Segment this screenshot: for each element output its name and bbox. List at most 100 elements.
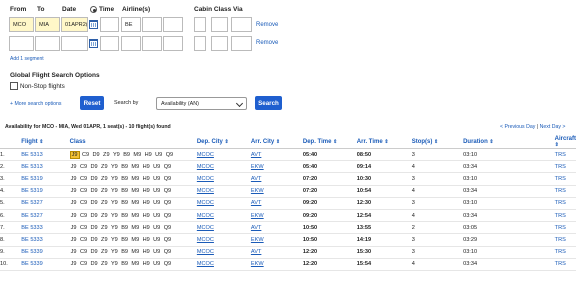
arr-city[interactable]: EKW [250, 160, 303, 174]
arr-city[interactable]: AVT [250, 148, 303, 162]
booking-class[interactable]: C9 [79, 237, 88, 243]
booking-class[interactable]: Z9 [100, 176, 109, 182]
booking-class[interactable]: M9 [130, 237, 140, 243]
booking-class[interactable]: Q9 [163, 249, 172, 255]
via-input-2[interactable] [231, 17, 252, 32]
col-dep-city[interactable]: Dep. City ⇕ [196, 136, 251, 149]
booking-class[interactable]: C9 [79, 164, 88, 170]
booking-class[interactable]: M9 [130, 200, 140, 206]
aircraft[interactable]: TRS [554, 258, 576, 271]
booking-class[interactable]: Y9 [110, 237, 119, 243]
booking-class[interactable]: Q9 [163, 213, 172, 219]
col-stops[interactable]: Stop(s) ⇕ [411, 136, 464, 149]
booking-class[interactable]: C9 [79, 213, 88, 219]
flight-number[interactable]: BE 5327 [21, 197, 70, 210]
booking-class[interactable]: Z9 [100, 261, 109, 267]
via-input-3[interactable] [211, 36, 228, 51]
col-arr-time[interactable]: Arr. Time ⇕ [356, 136, 412, 149]
flight-number[interactable]: BE 5313 [21, 160, 70, 174]
next-day-link[interactable]: Next Day > [540, 124, 566, 130]
booking-class[interactable]: H9 [142, 225, 151, 231]
booking-class[interactable]: M9 [130, 249, 140, 255]
booking-class[interactable]: M9 [130, 213, 140, 219]
booking-class[interactable]: D9 [91, 152, 100, 158]
booking-class[interactable]: D9 [89, 188, 98, 194]
booking-class[interactable]: U9 [152, 213, 161, 219]
booking-class[interactable]: D9 [89, 261, 98, 267]
table-row[interactable]: 8. BE 5333 J9 C9 D9 Z9 Y9 B9 M9 H9 U9 Q9 MCOC EKW 10:5… [0, 233, 576, 247]
arr-city[interactable]: EKW [250, 258, 303, 271]
booking-class[interactable]: Z9 [100, 213, 109, 219]
booking-class[interactable]: C9 [79, 188, 88, 194]
booking-class[interactable]: Y9 [110, 213, 119, 219]
booking-class[interactable]: H9 [144, 152, 153, 158]
booking-class[interactable]: M9 [132, 152, 142, 158]
table-row[interactable]: 2. BE 5313 J9 C9 D9 Z9 Y9 B9 M9 H9 U9 Q9 MCOC EKW 05:4… [0, 160, 576, 174]
booking-class[interactable]: B9 [120, 176, 129, 182]
booking-class[interactable]: Y9 [110, 164, 119, 170]
col-aircraft[interactable]: Aircraft ⇕ [554, 136, 576, 149]
aircraft[interactable]: TRS [554, 233, 576, 247]
booking-class[interactable]: H9 [142, 176, 151, 182]
flight-number[interactable]: BE 5319 [21, 185, 70, 198]
table-row[interactable]: 3. BE 5319 J9 C9 D9 Z9 Y9 B9 M9 H9 U9 Q9 MCOC AVT 07:2… [0, 172, 576, 186]
booking-class[interactable]: B9 [120, 249, 129, 255]
airline-input-3[interactable] [163, 17, 183, 32]
booking-class[interactable]: U9 [152, 249, 161, 255]
booking-class[interactable]: H9 [142, 249, 151, 255]
booking-class[interactable]: Y9 [110, 200, 119, 206]
cabin-class-input-2[interactable] [194, 36, 206, 51]
airline-input-4[interactable] [121, 36, 141, 51]
table-row[interactable]: 6. BE 5327 J9 C9 D9 Z9 Y9 B9 M9 H9 U9 Q9 MCOC EKW 09:2… [0, 209, 576, 223]
booking-class[interactable]: D9 [89, 164, 98, 170]
booking-class[interactable]: B9 [122, 152, 131, 158]
booking-class[interactable]: Y9 [110, 188, 119, 194]
col-flight[interactable]: Flight ⇕ [21, 136, 70, 149]
booking-class[interactable]: Z9 [100, 225, 109, 231]
booking-class[interactable]: U9 [152, 261, 161, 267]
arr-city[interactable]: AVT [250, 246, 303, 259]
booking-class[interactable]: C9 [79, 176, 88, 182]
dep-city[interactable]: MCOC [196, 233, 251, 247]
booking-class[interactable]: Q9 [163, 261, 172, 267]
booking-class[interactable]: Q9 [163, 225, 172, 231]
booking-class[interactable]: J9 [70, 164, 78, 170]
aircraft[interactable]: TRS [554, 185, 576, 198]
airline-input-1[interactable]: BE [121, 17, 141, 32]
table-row[interactable]: 9. BE 5339 J9 C9 D9 Z9 Y9 B9 M9 H9 U9 Q9 MCOC AVT 12:2… [0, 246, 576, 259]
booking-class[interactable]: C9 [81, 152, 90, 158]
time-radio[interactable] [90, 6, 97, 13]
dep-city[interactable]: MCOC [196, 185, 251, 198]
booking-class[interactable]: D9 [89, 213, 98, 219]
via-input-4[interactable] [231, 36, 252, 51]
booking-class[interactable]: Y9 [112, 152, 121, 158]
booking-class[interactable]: Q9 [165, 152, 174, 158]
booking-class[interactable]: J9 [70, 249, 78, 255]
flight-number[interactable]: BE 5339 [21, 246, 70, 259]
booking-class[interactable]: J9 [70, 176, 78, 182]
dep-city[interactable]: MCOC [196, 209, 251, 223]
add-segment-link[interactable]: Add 1 segment [10, 56, 44, 62]
booking-class[interactable]: H9 [142, 188, 151, 194]
booking-class[interactable]: Y9 [110, 249, 119, 255]
booking-class[interactable]: J9 [70, 237, 78, 243]
booking-class[interactable]: J9 [69, 150, 80, 159]
from-input[interactable]: MCO [9, 17, 34, 32]
booking-class[interactable]: B9 [120, 200, 129, 206]
flight-number[interactable]: BE 5333 [21, 221, 70, 235]
booking-class[interactable]: B9 [120, 164, 129, 170]
booking-class[interactable]: H9 [142, 261, 151, 267]
remove-link-1[interactable]: Remove [256, 22, 278, 28]
booking-class[interactable]: B9 [120, 213, 129, 219]
flight-number[interactable]: BE 5339 [21, 258, 70, 271]
arr-city[interactable]: AVT [250, 197, 303, 210]
booking-class[interactable]: H9 [142, 237, 151, 243]
dep-city[interactable]: MCOC [196, 197, 251, 210]
table-row[interactable]: 10. BE 5339 J9 C9 D9 Z9 Y9 B9 M9 H9 U9 Q9 MCOC EKW 12:… [0, 258, 576, 271]
booking-class[interactable]: Z9 [100, 188, 109, 194]
col-duration[interactable]: Duration ⇕ [463, 136, 555, 149]
booking-class[interactable]: M9 [130, 225, 140, 231]
nonstop-checkbox[interactable] [10, 82, 18, 90]
to-input[interactable]: MIA [35, 17, 60, 32]
aircraft[interactable]: TRS [554, 246, 576, 259]
